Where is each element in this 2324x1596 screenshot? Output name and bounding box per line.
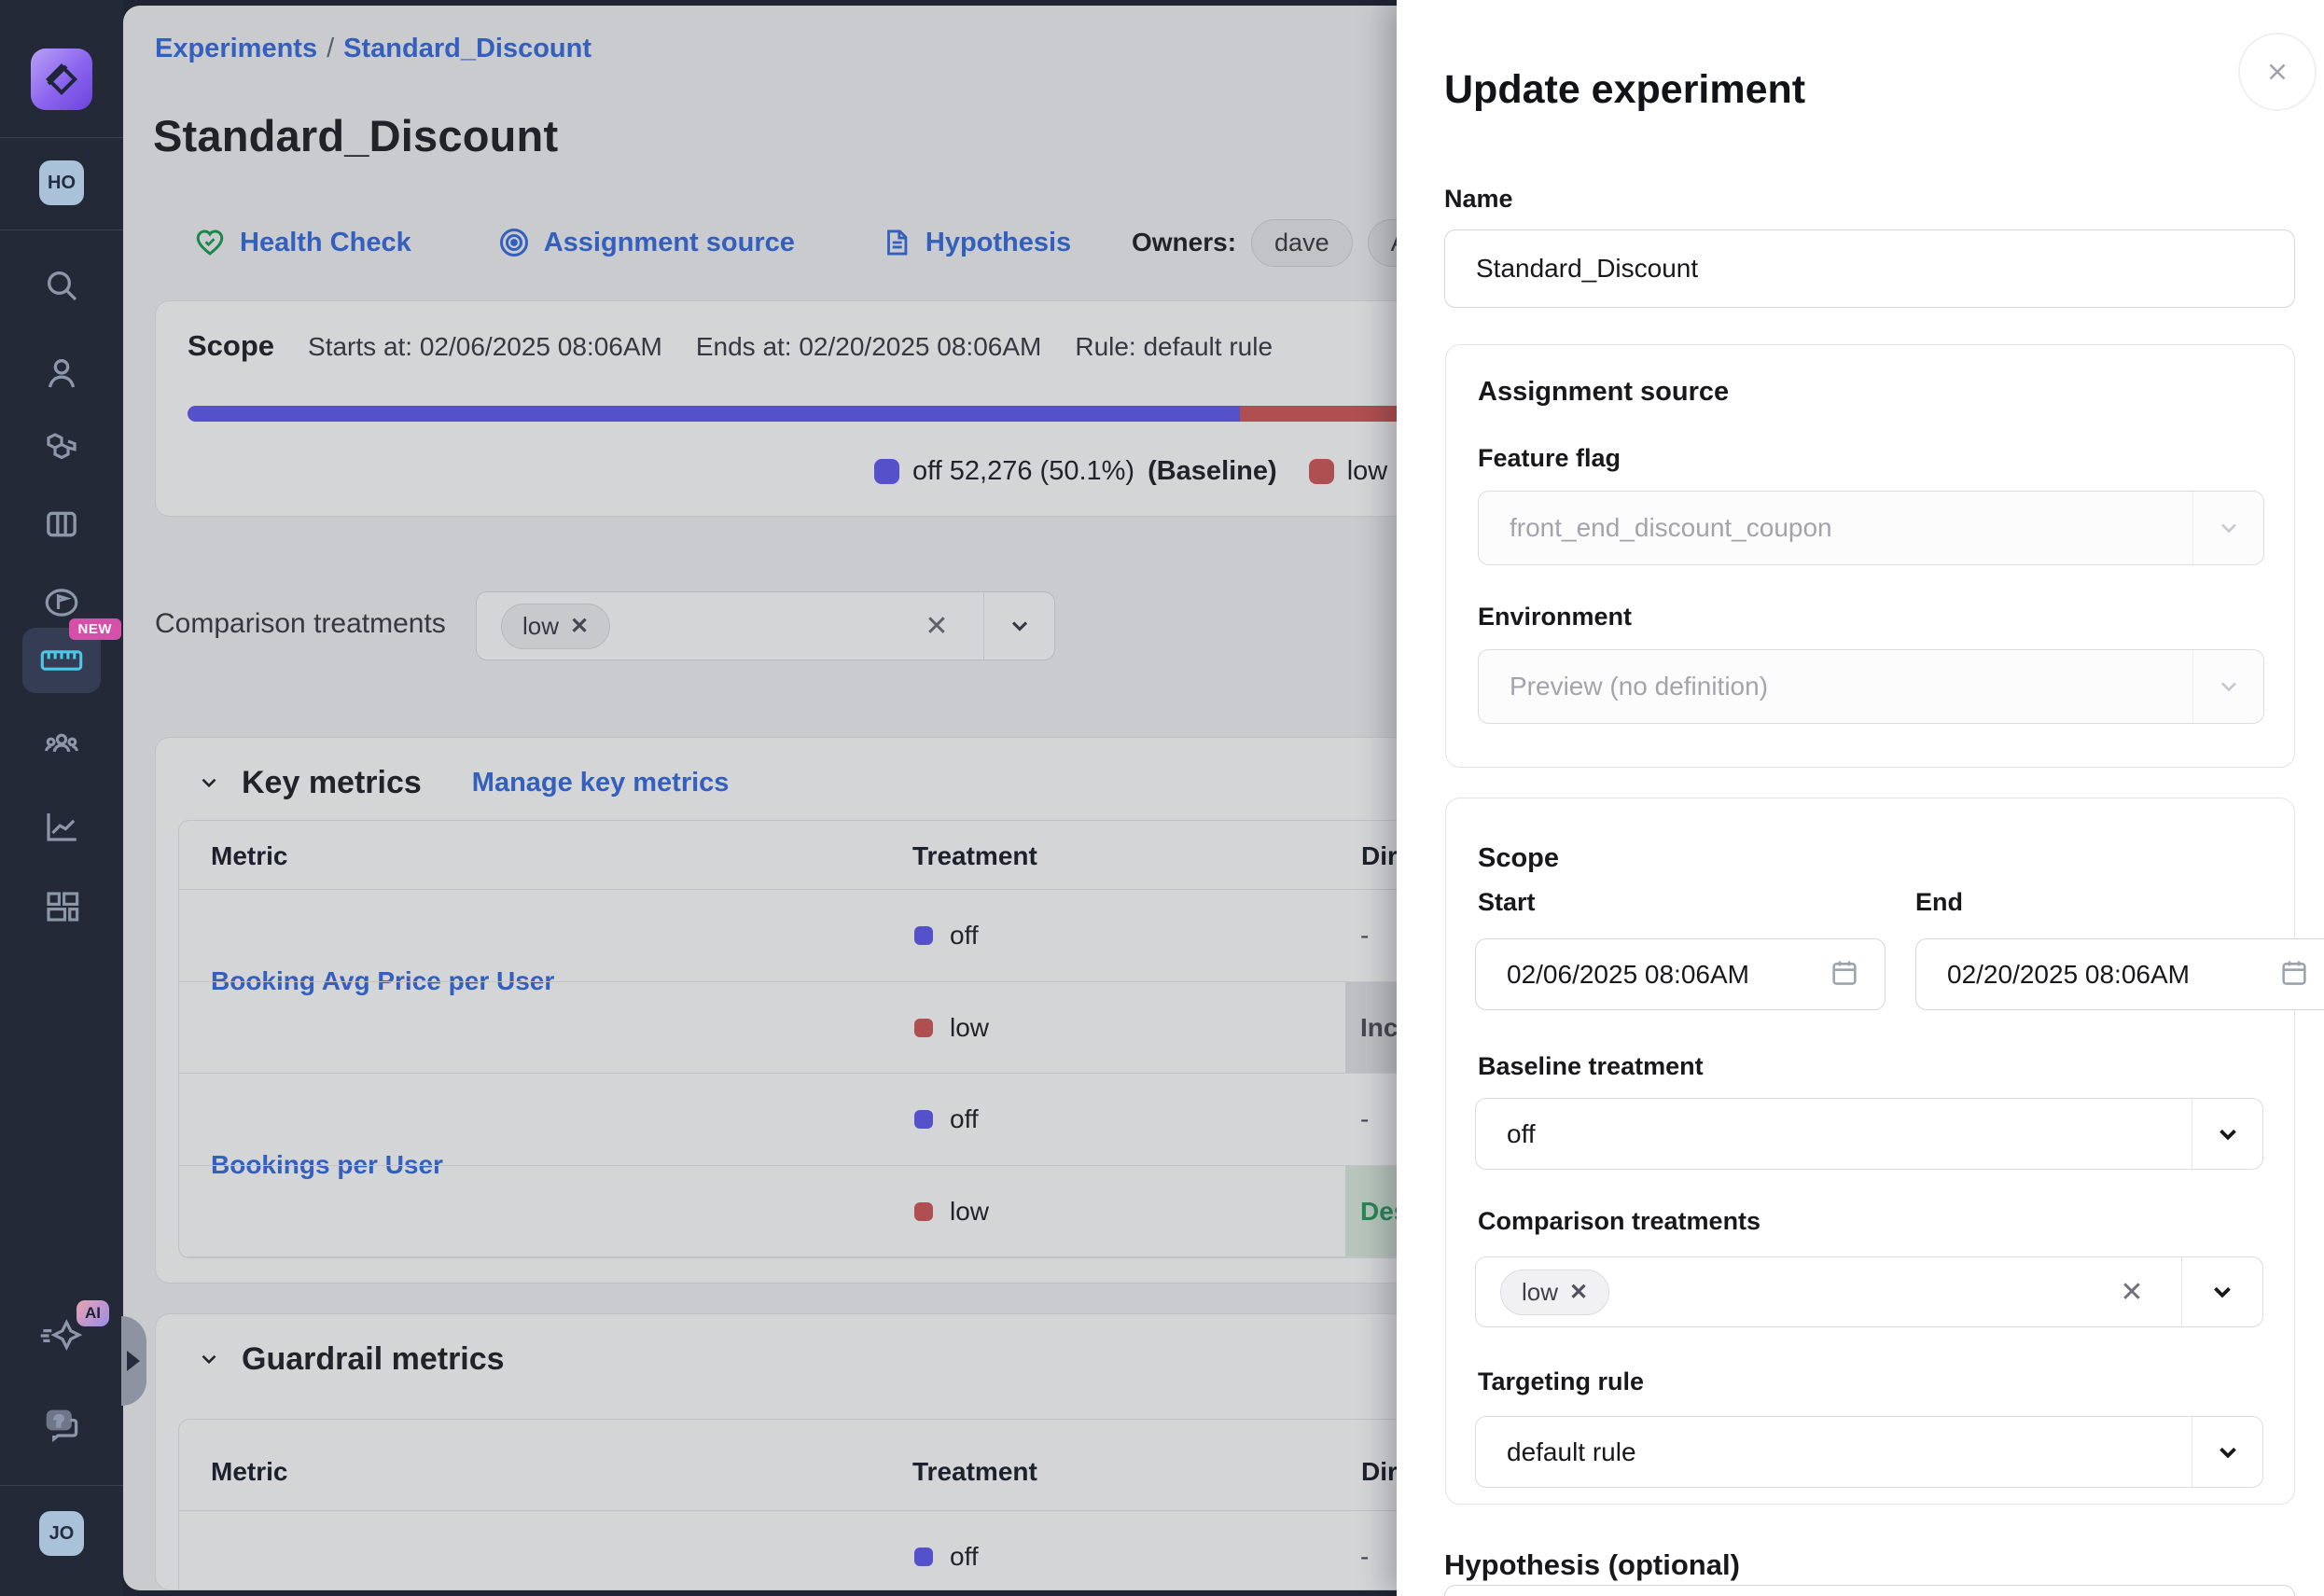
sidebar-item-search[interactable] <box>0 259 123 312</box>
drawer-comparison-label: Comparison treatments <box>1478 1207 1760 1236</box>
baseline-treatment-value: off <box>1507 1119 1536 1149</box>
start-datetime-input[interactable]: 02/06/2025 08:06AM <box>1475 938 1886 1010</box>
calendar-icon[interactable] <box>1829 956 1860 992</box>
sidebar-item-experiments-active[interactable]: NEW <box>0 567 123 698</box>
chevron-down-icon <box>2214 1120 2242 1148</box>
environment-label: Environment <box>1478 603 1632 631</box>
sidebar-item-dashboards[interactable] <box>0 881 123 933</box>
columns-icon <box>43 506 80 543</box>
name-input[interactable]: Standard_Discount <box>1444 229 2295 308</box>
drawer-scope-title: Scope <box>1478 843 1559 874</box>
start-label: Start <box>1478 888 1536 917</box>
hexagons-icon <box>42 428 81 467</box>
sidebar-divider <box>0 229 123 230</box>
ai-badge: AI <box>77 1300 109 1326</box>
close-button[interactable] <box>2238 33 2317 111</box>
search-icon <box>43 267 80 304</box>
caret-right-icon <box>127 1351 140 1371</box>
feature-flag-label: Feature flag <box>1478 444 1621 473</box>
name-label: Name <box>1444 185 1513 214</box>
chevron-down-icon <box>2216 673 2242 700</box>
modal-dim-overlay[interactable] <box>123 0 1397 1596</box>
user-icon <box>43 354 80 392</box>
update-experiment-drawer: Update experiment Name Standard_Discount… <box>1397 0 2324 1596</box>
tag-remove-icon[interactable]: ✕ <box>1569 1279 1588 1306</box>
app-logo[interactable] <box>0 37 123 121</box>
targeting-rule-select[interactable]: default rule <box>1475 1416 2263 1488</box>
chevron-down-icon <box>2214 1438 2242 1466</box>
app-root: HO NEW <box>0 0 2324 1596</box>
hypothesis-optional-label: Hypothesis (optional) <box>1444 1548 1740 1582</box>
baseline-treatment-label: Baseline treatment <box>1478 1052 1704 1081</box>
end-datetime-input[interactable]: 02/20/2025 08:06AM <box>1915 938 2324 1010</box>
calendar-icon[interactable] <box>2278 956 2310 992</box>
close-icon <box>2263 58 2291 86</box>
sidebar-item-feature-flags[interactable] <box>0 498 123 550</box>
targeting-rule-value: default rule <box>1507 1437 1636 1467</box>
environment-value: Preview (no definition) <box>1510 672 1768 701</box>
people-group-icon <box>42 725 81 764</box>
sidebar-item-audiences[interactable] <box>0 718 123 770</box>
new-badge: NEW <box>69 618 122 640</box>
environment-select[interactable]: Preview (no definition) <box>1478 649 2264 724</box>
feature-flag-value: front_end_discount_coupon <box>1510 513 1832 543</box>
chevron-down-icon <box>2216 515 2242 541</box>
svg-text:?: ? <box>54 1413 63 1430</box>
sidebar: HO NEW <box>0 0 123 1596</box>
select-control <box>2192 650 2263 723</box>
baseline-treatment-select[interactable]: off <box>1475 1098 2263 1170</box>
ruler-icon <box>40 646 83 674</box>
drawer-scope-card: Scope Start End 02/06/2025 08:06AM 02/20… <box>1445 798 2295 1505</box>
select-control <box>2181 1257 2262 1326</box>
treatment-tag-label: low <box>1522 1278 1558 1307</box>
sidebar-item-ai-assistant[interactable]: AI <box>0 1310 123 1366</box>
select-control <box>2192 1417 2262 1487</box>
start-datetime-value: 02/06/2025 08:06AM <box>1507 960 1749 990</box>
targeting-rule-label: Targeting rule <box>1478 1367 1644 1396</box>
chevron-down-icon <box>2208 1278 2236 1306</box>
sidebar-item-analytics[interactable] <box>0 800 123 853</box>
workspace-switcher[interactable]: HO <box>0 157 123 209</box>
select-control <box>2192 492 2263 564</box>
line-chart-icon <box>42 807 81 846</box>
drawer-comparison-select[interactable]: low ✕ ✕ <box>1475 1256 2263 1327</box>
workspace-avatar: HO <box>39 160 84 205</box>
experiments-active-tile: NEW <box>22 628 101 693</box>
user-menu[interactable]: JO <box>0 1507 123 1560</box>
assignment-source-title: Assignment source <box>1478 377 1729 408</box>
drawer-title: Update experiment <box>1444 67 1805 113</box>
user-avatar: JO <box>39 1511 84 1556</box>
end-label: End <box>1915 888 1963 917</box>
sidebar-divider <box>0 1485 123 1486</box>
sidebar-item-help[interactable]: ? <box>0 1397 123 1453</box>
assignment-source-card: Assignment source Feature flag front_end… <box>1445 344 2295 768</box>
expand-panel-handle[interactable] <box>121 1316 146 1406</box>
sidebar-item-segments[interactable] <box>0 422 123 474</box>
feature-flag-select[interactable]: front_end_discount_coupon <box>1478 491 2264 565</box>
dashboard-grid-icon <box>42 887 81 926</box>
hypothesis-textarea[interactable] <box>1444 1585 2295 1596</box>
name-value: Standard_Discount <box>1476 254 1698 284</box>
sidebar-item-users[interactable] <box>0 347 123 399</box>
brand-logo-icon <box>31 49 92 110</box>
end-datetime-value: 02/20/2025 08:06AM <box>1947 960 2190 990</box>
treatment-tag-low[interactable]: low ✕ <box>1500 1270 1609 1315</box>
help-chat-icon: ? <box>41 1405 82 1446</box>
clear-selection-icon[interactable]: ✕ <box>2104 1257 2160 1326</box>
sidebar-divider <box>0 137 123 138</box>
select-control <box>2192 1099 2262 1169</box>
